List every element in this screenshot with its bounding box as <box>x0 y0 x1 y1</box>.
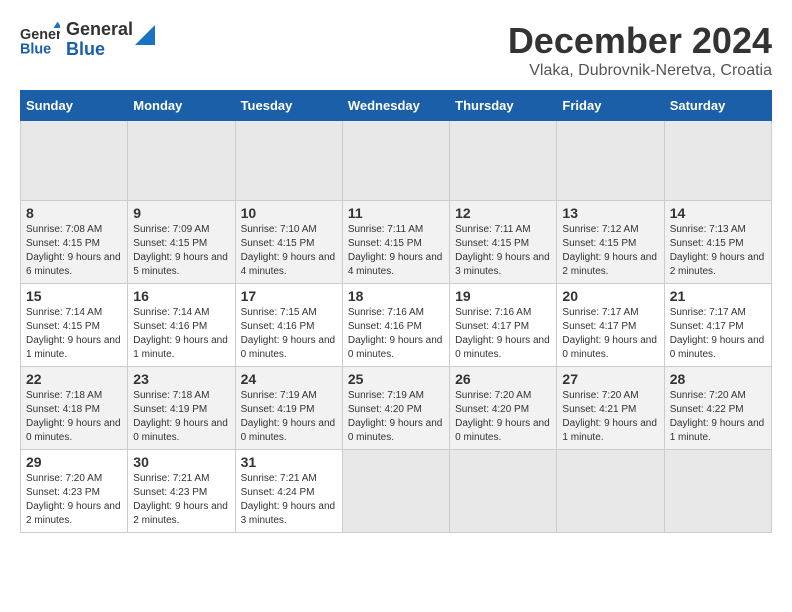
logo-text-line1: General <box>66 20 133 40</box>
calendar-body: 8Sunrise: 7:08 AMSunset: 4:15 PMDaylight… <box>21 121 772 533</box>
table-row: 25Sunrise: 7:19 AMSunset: 4:20 PMDayligh… <box>342 367 449 450</box>
table-row: 19Sunrise: 7:16 AMSunset: 4:17 PMDayligh… <box>450 284 557 367</box>
calendar-table: Sunday Monday Tuesday Wednesday Thursday… <box>20 90 772 533</box>
table-row: 11Sunrise: 7:11 AMSunset: 4:15 PMDayligh… <box>342 201 449 284</box>
table-row: 16Sunrise: 7:14 AMSunset: 4:16 PMDayligh… <box>128 284 235 367</box>
table-row: 15Sunrise: 7:14 AMSunset: 4:15 PMDayligh… <box>21 284 128 367</box>
col-tuesday: Tuesday <box>235 91 342 121</box>
calendar-week-2: 8Sunrise: 7:08 AMSunset: 4:15 PMDaylight… <box>21 201 772 284</box>
logo-icon: General Blue <box>20 20 60 60</box>
col-monday: Monday <box>128 91 235 121</box>
calendar-header: Sunday Monday Tuesday Wednesday Thursday… <box>21 91 772 121</box>
logo-arrow-icon <box>135 25 155 45</box>
calendar-week-5: 29Sunrise: 7:20 AMSunset: 4:23 PMDayligh… <box>21 450 772 533</box>
svg-text:Blue: Blue <box>20 42 51 58</box>
table-row <box>557 121 664 201</box>
header-row: Sunday Monday Tuesday Wednesday Thursday… <box>21 91 772 121</box>
table-row <box>450 450 557 533</box>
table-row: 14Sunrise: 7:13 AMSunset: 4:15 PMDayligh… <box>664 201 771 284</box>
table-row: 27Sunrise: 7:20 AMSunset: 4:21 PMDayligh… <box>557 367 664 450</box>
col-wednesday: Wednesday <box>342 91 449 121</box>
table-row <box>342 450 449 533</box>
logo: General Blue General Blue <box>20 20 155 60</box>
col-sunday: Sunday <box>21 91 128 121</box>
table-row: 18Sunrise: 7:16 AMSunset: 4:16 PMDayligh… <box>342 284 449 367</box>
table-row: 23Sunrise: 7:18 AMSunset: 4:19 PMDayligh… <box>128 367 235 450</box>
table-row: 9Sunrise: 7:09 AMSunset: 4:15 PMDaylight… <box>128 201 235 284</box>
svg-text:General: General <box>20 27 60 43</box>
calendar-week-4: 22Sunrise: 7:18 AMSunset: 4:18 PMDayligh… <box>21 367 772 450</box>
table-row: 20Sunrise: 7:17 AMSunset: 4:17 PMDayligh… <box>557 284 664 367</box>
table-row: 12Sunrise: 7:11 AMSunset: 4:15 PMDayligh… <box>450 201 557 284</box>
month-title: December 2024 <box>508 20 772 62</box>
table-row: 8Sunrise: 7:08 AMSunset: 4:15 PMDaylight… <box>21 201 128 284</box>
col-saturday: Saturday <box>664 91 771 121</box>
calendar-week-3: 15Sunrise: 7:14 AMSunset: 4:15 PMDayligh… <box>21 284 772 367</box>
table-row: 13Sunrise: 7:12 AMSunset: 4:15 PMDayligh… <box>557 201 664 284</box>
table-row: 17Sunrise: 7:15 AMSunset: 4:16 PMDayligh… <box>235 284 342 367</box>
col-thursday: Thursday <box>450 91 557 121</box>
table-row: 31Sunrise: 7:21 AMSunset: 4:24 PMDayligh… <box>235 450 342 533</box>
table-row: 26Sunrise: 7:20 AMSunset: 4:20 PMDayligh… <box>450 367 557 450</box>
table-row <box>342 121 449 201</box>
table-row: 21Sunrise: 7:17 AMSunset: 4:17 PMDayligh… <box>664 284 771 367</box>
col-friday: Friday <box>557 91 664 121</box>
table-row: 29Sunrise: 7:20 AMSunset: 4:23 PMDayligh… <box>21 450 128 533</box>
logo-text-line2: Blue <box>66 40 133 60</box>
location: Vlaka, Dubrovnik-Neretva, Croatia <box>508 62 772 80</box>
table-row <box>128 121 235 201</box>
table-row: 24Sunrise: 7:19 AMSunset: 4:19 PMDayligh… <box>235 367 342 450</box>
table-row <box>235 121 342 201</box>
table-row <box>664 450 771 533</box>
table-row: 22Sunrise: 7:18 AMSunset: 4:18 PMDayligh… <box>21 367 128 450</box>
table-row <box>21 121 128 201</box>
table-row <box>450 121 557 201</box>
table-row <box>557 450 664 533</box>
table-row <box>664 121 771 201</box>
table-row: 10Sunrise: 7:10 AMSunset: 4:15 PMDayligh… <box>235 201 342 284</box>
page-header: General Blue General Blue December 2024 … <box>20 20 772 80</box>
table-row: 30Sunrise: 7:21 AMSunset: 4:23 PMDayligh… <box>128 450 235 533</box>
table-row: 28Sunrise: 7:20 AMSunset: 4:22 PMDayligh… <box>664 367 771 450</box>
title-block: December 2024 Vlaka, Dubrovnik-Neretva, … <box>508 20 772 80</box>
calendar-week-1 <box>21 121 772 201</box>
